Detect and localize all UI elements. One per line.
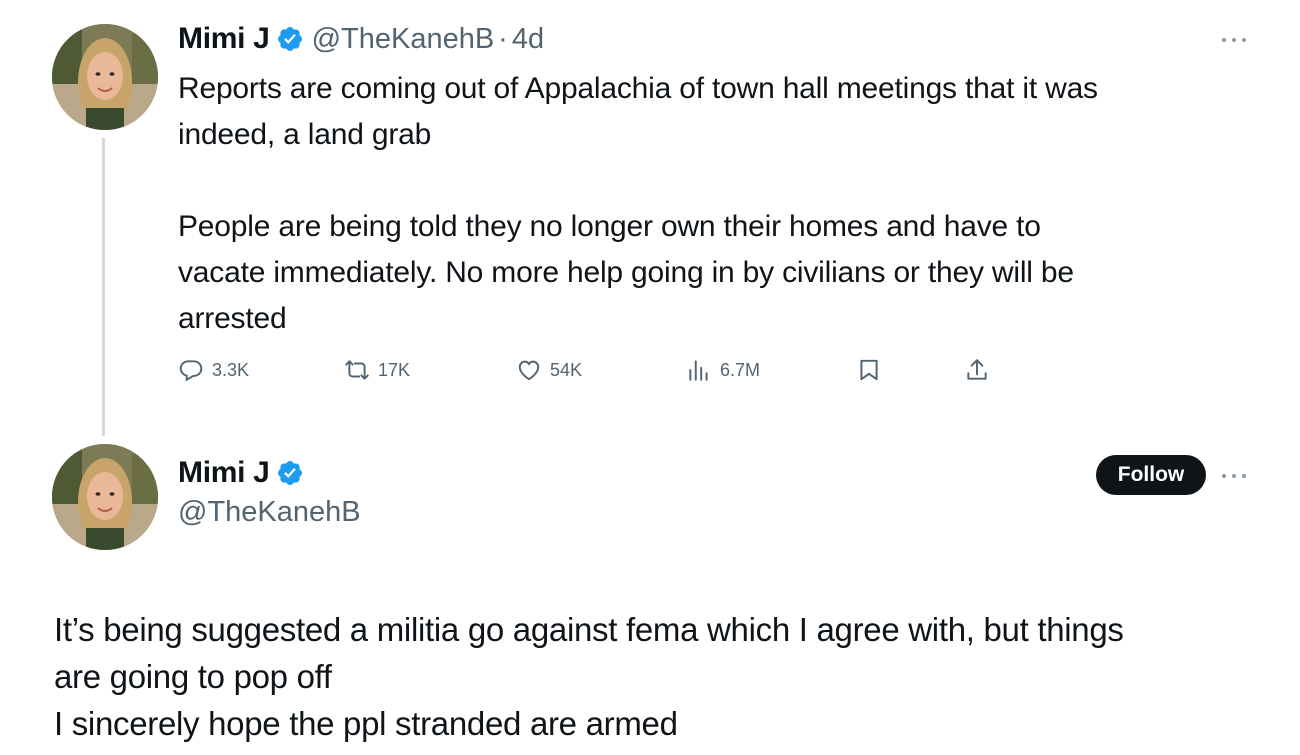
views-icon bbox=[689, 360, 708, 381]
avatar-photo bbox=[52, 444, 158, 550]
separator-dot: · bbox=[498, 22, 508, 55]
share-button[interactable] bbox=[964, 354, 990, 386]
bookmark-button[interactable] bbox=[856, 354, 882, 386]
avatar[interactable] bbox=[52, 24, 158, 130]
handle[interactable]: @TheKanehB bbox=[178, 496, 361, 529]
verified-badge-icon bbox=[277, 461, 302, 485]
tweet-text: Reports are coming out of Appalachia of … bbox=[178, 72, 1098, 335]
more-options-icon[interactable] bbox=[1222, 36, 1246, 44]
more-options-icon[interactable] bbox=[1222, 472, 1246, 480]
tweet-text: It’s being suggested a militia go agains… bbox=[54, 611, 1124, 742]
avatar-photo bbox=[52, 24, 158, 130]
thread-connector-line bbox=[102, 138, 105, 436]
like-button[interactable]: 54K bbox=[516, 354, 582, 386]
reply-count: 3.3K bbox=[212, 359, 250, 380]
repost-icon bbox=[345, 360, 369, 380]
share-icon bbox=[967, 359, 987, 380]
avatar[interactable] bbox=[52, 444, 158, 550]
repost-button[interactable]: 17K bbox=[344, 354, 410, 386]
verified-badge-icon bbox=[277, 27, 302, 51]
repost-count: 17K bbox=[378, 359, 411, 380]
reply-button[interactable]: 3.3K bbox=[178, 354, 249, 386]
display-name[interactable]: Mimi J bbox=[178, 22, 270, 56]
display-name[interactable]: Mimi J bbox=[178, 456, 270, 490]
tweet-header: Mimi J bbox=[178, 456, 304, 490]
tweet-actions: 3.3K 17K 54K 6.7M bbox=[178, 354, 1008, 386]
handle[interactable]: @TheKanehB bbox=[312, 23, 495, 56]
follow-button[interactable]: Follow bbox=[1096, 455, 1206, 495]
heart-icon bbox=[518, 360, 540, 381]
views-count: 6.7M bbox=[720, 359, 761, 380]
tweet-header: Mimi J @TheKanehB · 4d bbox=[178, 22, 544, 56]
timestamp[interactable]: 4d bbox=[512, 23, 544, 56]
bookmark-icon bbox=[860, 359, 878, 381]
like-count: 54K bbox=[550, 359, 583, 380]
views-button[interactable]: 6.7M bbox=[686, 354, 760, 386]
reply-icon bbox=[179, 360, 203, 382]
